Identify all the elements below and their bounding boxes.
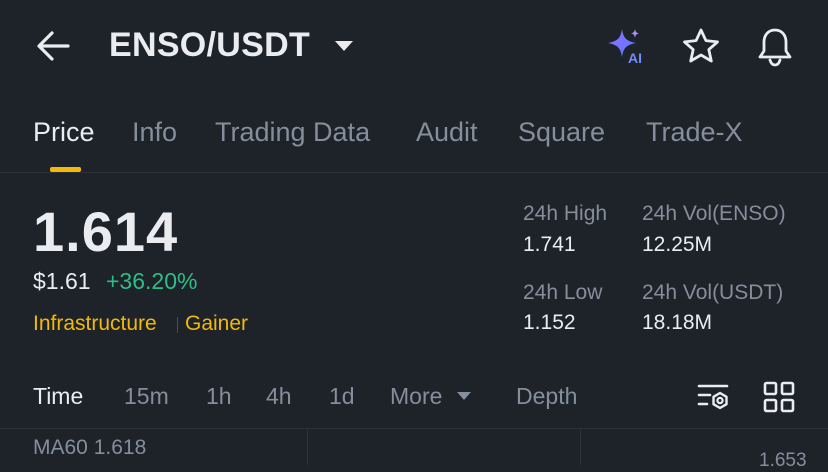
interval-1h[interactable]: 1h [206, 383, 232, 410]
tag-separator [177, 317, 178, 333]
pair-title[interactable]: ENSO/USDT [109, 26, 310, 65]
stat-vol-base-label: 24h Vol(ENSO) [642, 202, 786, 225]
interval-4h[interactable]: 4h [266, 383, 292, 410]
tab-trade-x[interactable]: Trade-X [646, 117, 743, 148]
tab-audit[interactable]: Audit [416, 117, 478, 148]
tab-trading-data[interactable]: Trading Data [215, 117, 370, 148]
tag-gainer[interactable]: Gainer [185, 312, 248, 336]
caret-down-icon[interactable] [333, 39, 355, 53]
interval-15m[interactable]: 15m [124, 383, 169, 410]
chart-settings-icon[interactable] [696, 381, 730, 413]
ai-sparkle-icon[interactable]: AI [604, 26, 646, 66]
interval-more[interactable]: More [390, 383, 442, 410]
stat-low-label: 24h Low [523, 281, 603, 304]
depth-tab[interactable]: Depth [516, 383, 577, 410]
svg-text:AI: AI [628, 50, 642, 66]
stat-high-value: 1.741 [523, 233, 576, 256]
tab-info[interactable]: Info [132, 117, 177, 148]
chart-gridline [307, 429, 308, 465]
stat-high-label: 24h High [523, 202, 608, 225]
tag-infrastructure[interactable]: Infrastructure [33, 312, 157, 336]
tabs-divider [0, 172, 828, 173]
back-arrow-icon[interactable] [34, 28, 72, 64]
usd-price: $1.61 [33, 268, 91, 294]
stat-vol-quote-value: 18.18M [642, 311, 713, 334]
last-price: 1.614 [33, 200, 179, 263]
price-axis-label: 1.653 [759, 450, 807, 471]
star-icon[interactable] [681, 27, 721, 65]
bell-icon[interactable] [755, 25, 795, 67]
stat-low-value: 1.152 [523, 311, 576, 334]
tab-square[interactable]: Square [518, 117, 605, 148]
tab-price[interactable]: Price [33, 117, 95, 148]
interval-1d[interactable]: 1d [329, 383, 355, 410]
interval-time[interactable]: Time [33, 383, 83, 410]
grid-layout-icon[interactable] [763, 381, 795, 413]
stat-vol-quote-label: 24h Vol(USDT) [642, 281, 784, 304]
price-change-percent: +36.20% [106, 268, 198, 294]
more-caret-down-icon[interactable] [456, 391, 472, 401]
ma60-label: MA60 1.618 [33, 436, 147, 459]
stat-vol-base-value: 12.25M [642, 233, 713, 256]
chart-gridline [580, 429, 581, 465]
